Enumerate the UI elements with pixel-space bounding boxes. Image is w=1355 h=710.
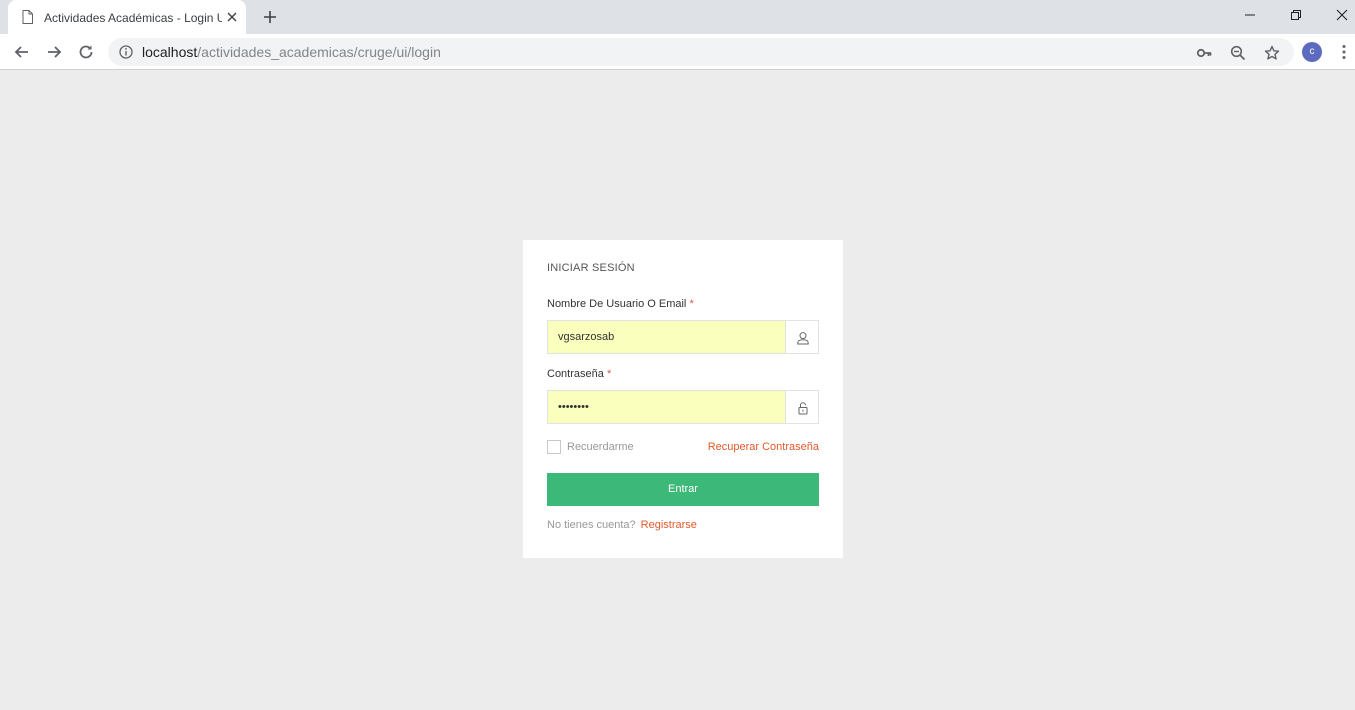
user-icon [797, 332, 809, 345]
submit-button[interactable]: Entrar [547, 473, 819, 506]
url-text[interactable]: localhost/actividades_academicas/cruge/u… [142, 44, 441, 60]
password-field-group [547, 390, 819, 424]
minimize-button[interactable] [1227, 0, 1273, 30]
username-field-group [547, 320, 819, 354]
password-label-text: Contraseña [547, 368, 604, 380]
address-bar[interactable]: localhost/actividades_academicas/cruge/u… [108, 38, 1294, 66]
password-addon [785, 390, 819, 424]
username-label: Nombre De Usuario O Email * [547, 297, 694, 311]
tab-close-icon[interactable] [226, 11, 238, 23]
password-input[interactable] [547, 390, 785, 424]
signup-row: No tienes cuenta? Registrarse [547, 518, 697, 532]
recover-password-link[interactable]: Recuperar Contraseña [708, 440, 819, 454]
browser-tab[interactable]: Actividades Académicas - Login Usuario [8, 0, 246, 34]
signup-link[interactable]: Registrarse [641, 519, 697, 531]
close-window-button[interactable] [1319, 0, 1355, 30]
minimize-icon [1245, 14, 1255, 16]
plus-icon[interactable] [262, 9, 278, 25]
username-addon [785, 320, 819, 354]
login-card: INICIAR SESIÓN Nombre De Usuario O Email… [523, 240, 843, 558]
restore-icon [1291, 10, 1301, 20]
browser-toolbar: localhost/actividades_academicas/cruge/u… [0, 34, 1355, 70]
more-vert-icon[interactable] [1338, 44, 1350, 60]
username-input[interactable] [547, 320, 785, 354]
key-icon[interactable] [1196, 45, 1212, 61]
reload-icon[interactable] [76, 42, 96, 62]
arrow-left-icon[interactable] [12, 42, 32, 62]
required-mark: * [606, 368, 612, 380]
username-label-text: Nombre De Usuario O Email [547, 298, 687, 310]
remember-label[interactable]: Recuerdarme [567, 440, 634, 454]
zoom-out-icon[interactable] [1230, 45, 1246, 61]
tab-strip: Actividades Académicas - Login Usuario [0, 0, 1355, 34]
required-mark: * [689, 298, 694, 310]
arrow-right-icon[interactable] [44, 42, 64, 62]
url-host: localhost [142, 44, 198, 60]
restore-button[interactable] [1273, 0, 1319, 30]
close-icon [1336, 9, 1348, 21]
login-title: INICIAR SESIÓN [547, 262, 635, 274]
profile-avatar[interactable]: c [1302, 42, 1322, 62]
password-label: Contraseña * [547, 367, 611, 381]
remember-checkbox[interactable] [547, 440, 561, 454]
info-icon[interactable] [119, 45, 133, 59]
page-icon [22, 10, 33, 24]
tab-title: Actividades Académicas - Login Usuario [44, 11, 222, 25]
lock-icon [798, 402, 808, 415]
star-icon[interactable] [1264, 45, 1280, 61]
signup-text: No tienes cuenta? [547, 519, 636, 531]
url-path: /actividades_academicas/cruge/ui/login [197, 44, 441, 60]
